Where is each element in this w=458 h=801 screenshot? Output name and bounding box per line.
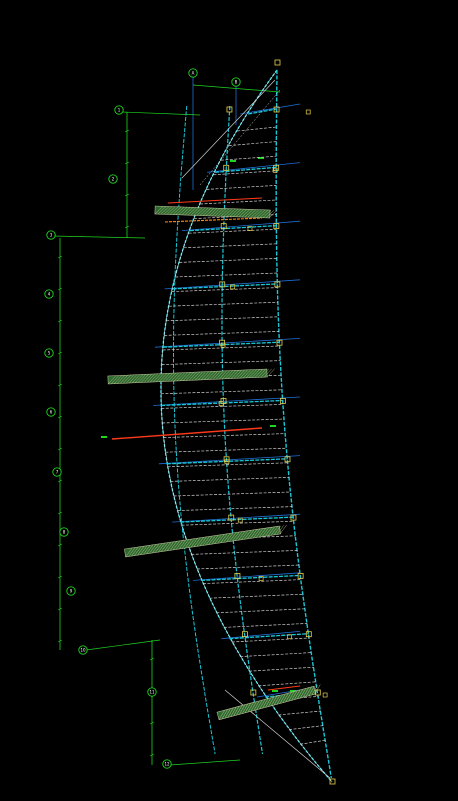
grid-bubble-label: 7 — [56, 469, 59, 474]
annotation-mark — [101, 436, 107, 438]
annotation-mark — [270, 425, 276, 427]
grid-bubble-left: 3 — [46, 230, 56, 240]
grid-bubble-label: 2 — [112, 176, 115, 181]
grid-bubble-left: 8 — [59, 527, 69, 537]
grid-bubble-left: 9 — [66, 586, 76, 596]
grid-bubble-label: 3 — [50, 232, 53, 237]
grid-bubble-label: 6 — [50, 409, 53, 414]
grid-bubble-top: B — [231, 77, 241, 87]
grid-bubble-label: 5 — [48, 350, 51, 355]
grid-bubble-left: 2 — [108, 174, 118, 184]
annotation-mark — [272, 690, 278, 692]
grid-bubble-left: 1 — [114, 105, 124, 115]
grid-bubble-label: 1 — [118, 107, 121, 112]
grid-bubble-label: 11 — [149, 689, 155, 694]
grid-bubble-left: 12 — [162, 759, 172, 769]
cad-drawing-canvas[interactable]: AB123456789101112 — [0, 0, 458, 801]
grid-bubble-left: 7 — [52, 467, 62, 477]
grid-bubble-label: B — [235, 79, 238, 84]
grid-bubble-left: 4 — [44, 289, 54, 299]
grid-bubble-left: 6 — [46, 407, 56, 417]
grid-bubble-label: 4 — [48, 291, 51, 296]
grid-bubble-left: 5 — [44, 348, 54, 358]
grid-bubble-label: 9 — [70, 588, 73, 593]
grid-bubble-label: A — [192, 70, 195, 75]
grid-bubble-left: 11 — [147, 687, 157, 697]
grid-bubble-left: 10 — [78, 645, 88, 655]
grid-bubble-top: A — [188, 68, 198, 78]
grid-bubble-label: 8 — [63, 529, 66, 534]
annotation-mark — [230, 160, 236, 162]
grid-bubble-label: 12 — [164, 761, 170, 766]
grid-bubble-label: 10 — [80, 647, 86, 652]
